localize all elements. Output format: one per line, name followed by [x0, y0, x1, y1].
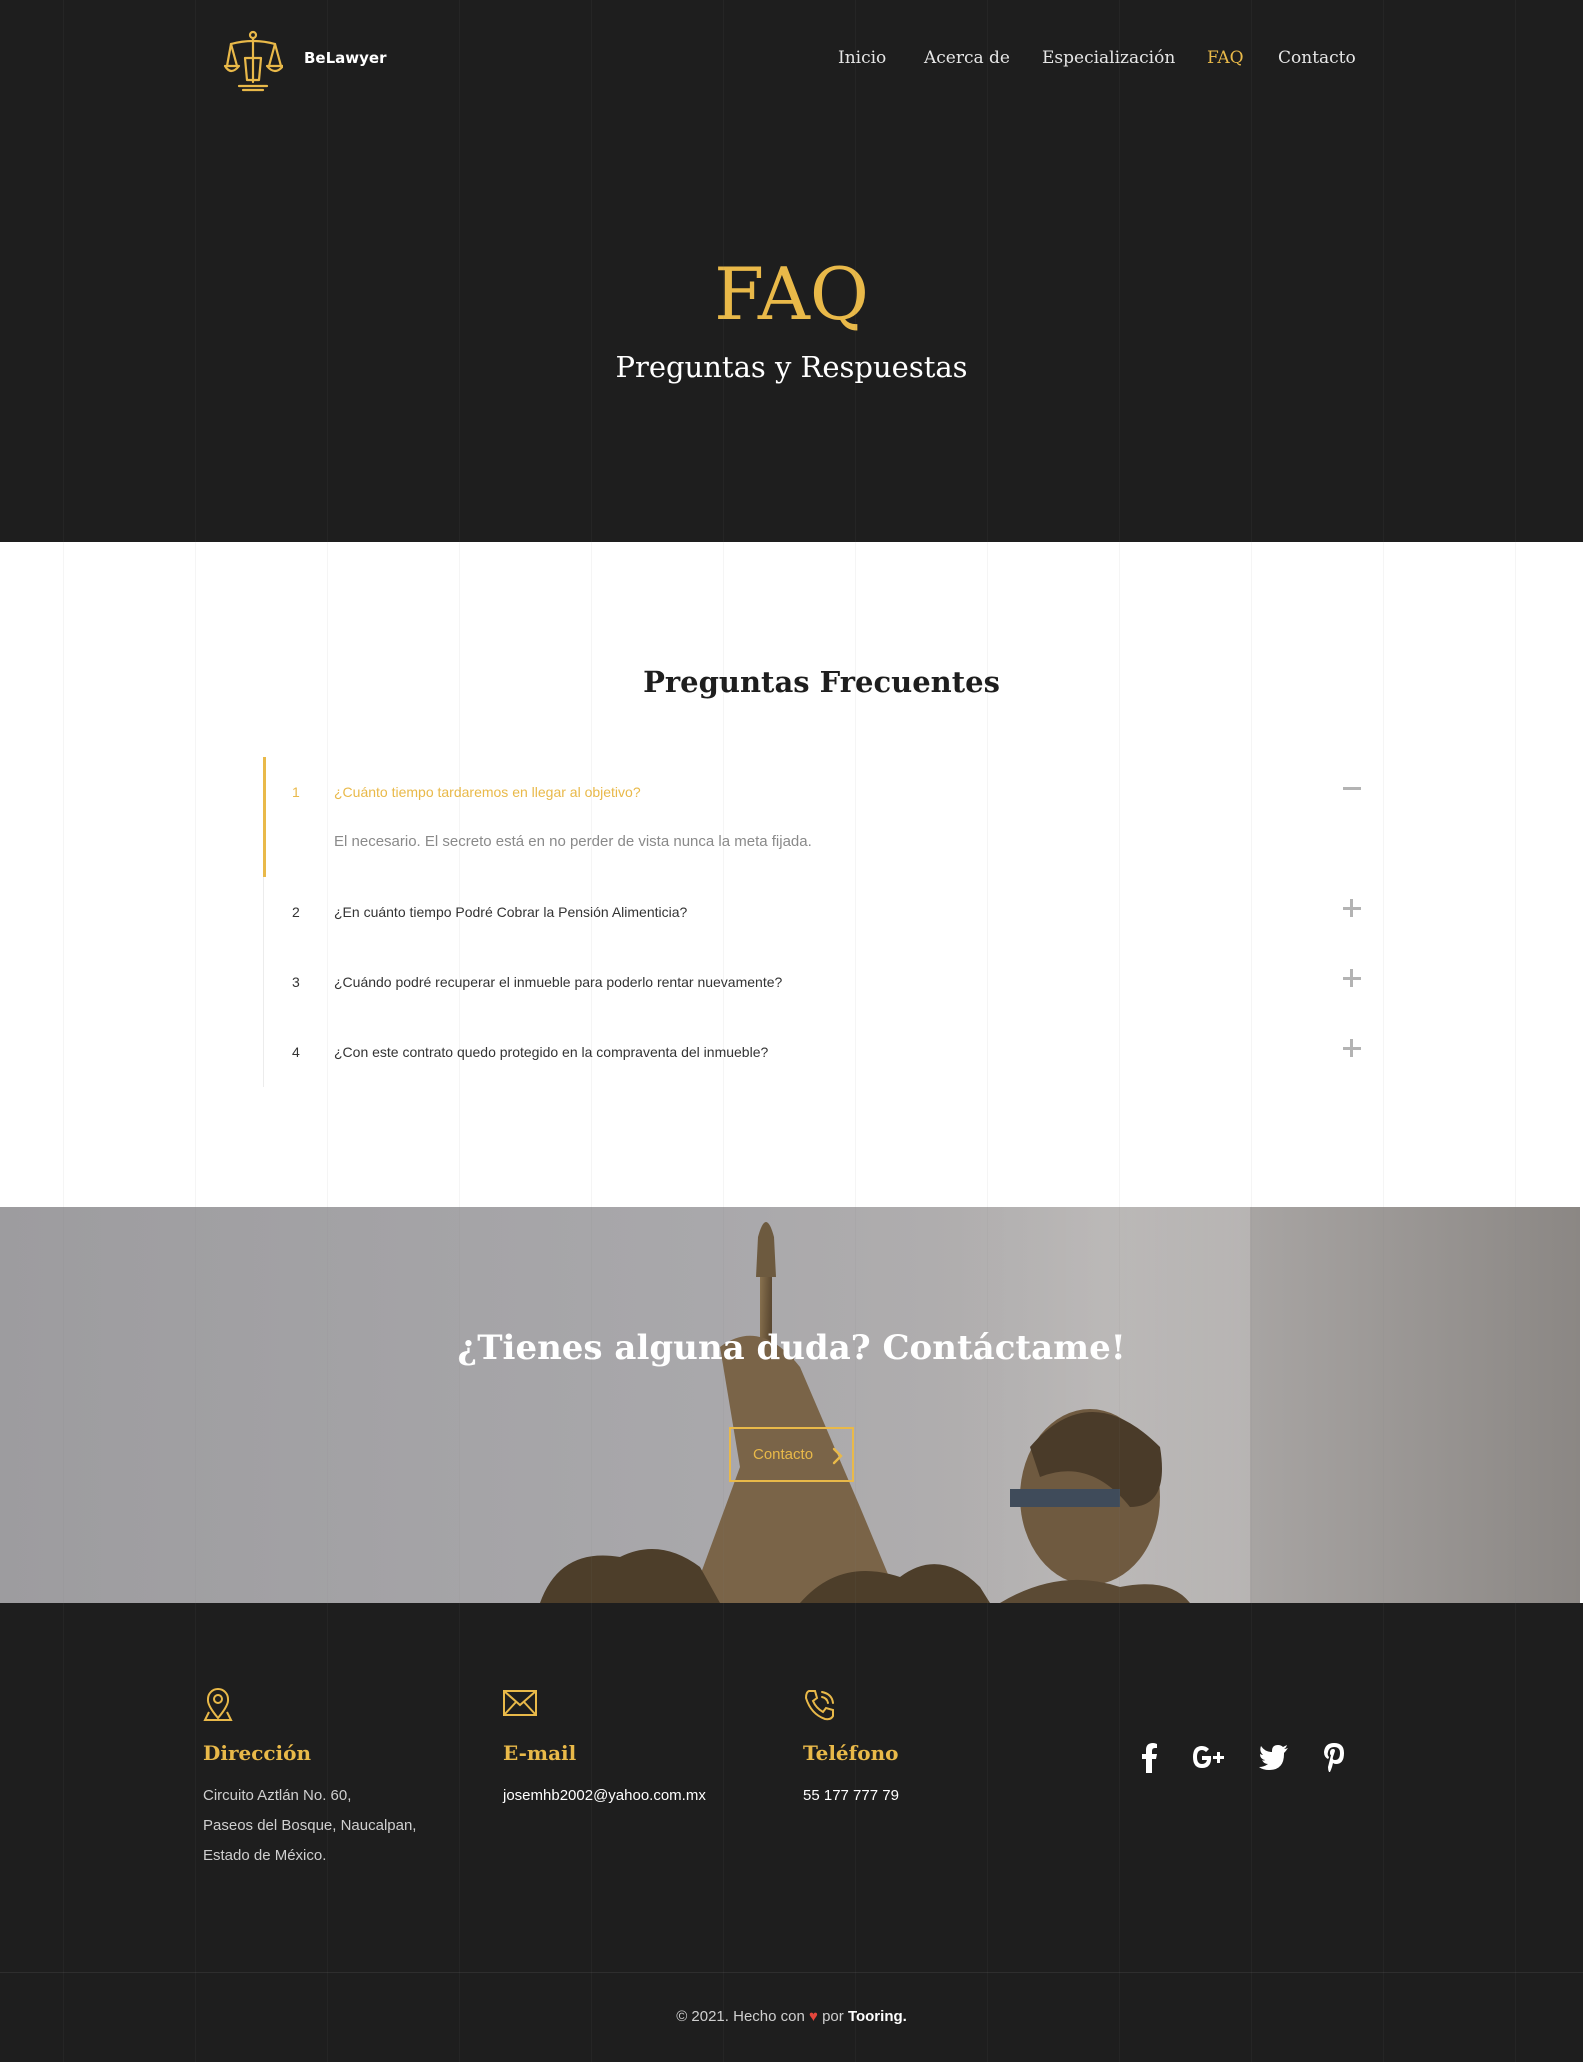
- email-title: E-mail: [503, 1741, 577, 1765]
- scales-of-justice-icon[interactable]: [223, 30, 283, 92]
- plus-icon[interactable]: [1341, 1037, 1363, 1059]
- faq-heading: Preguntas Frecuentes: [643, 665, 1000, 699]
- phone-icon: [804, 1690, 834, 1721]
- nav-link-faq[interactable]: FAQ: [1207, 48, 1244, 68]
- faq-question[interactable]: ¿Cuándo podré recuperar el inmueble para…: [334, 974, 782, 990]
- location-pin-icon: [203, 1688, 233, 1721]
- nav-link-acerca-de[interactable]: Acerca de: [924, 48, 1010, 68]
- nav-link-inicio[interactable]: Inicio: [838, 48, 886, 68]
- page-subtitle: Preguntas y Respuestas: [615, 350, 968, 384]
- envelope-icon: [503, 1690, 537, 1716]
- faq-question[interactable]: ¿Con este contrato quedo protegido en la…: [334, 1044, 768, 1060]
- minus-icon[interactable]: [1341, 777, 1363, 799]
- twitter-icon[interactable]: [1258, 1741, 1290, 1773]
- hero-section: BeLawyer Inicio Acerca de Especializació…: [0, 0, 1583, 542]
- copyright-text: © 2021. Hecho con: [676, 2008, 805, 2025]
- faq-item-number: 1: [292, 784, 300, 800]
- brand-name[interactable]: BeLawyer: [304, 49, 387, 67]
- page-title: FAQ: [714, 252, 869, 336]
- phone-number[interactable]: 55 177 777 79: [803, 1787, 899, 1804]
- address-line: Estado de México.: [203, 1847, 327, 1864]
- google-plus-icon[interactable]: [1190, 1741, 1226, 1773]
- address-line: Circuito Aztlán No. 60,: [203, 1787, 352, 1804]
- plus-icon[interactable]: [1341, 967, 1363, 989]
- facebook-icon[interactable]: [1135, 1741, 1163, 1773]
- faq-item-number: 2: [292, 904, 300, 920]
- contact-button[interactable]: Contacto: [729, 1427, 854, 1482]
- phone-title: Teléfono: [803, 1741, 899, 1765]
- heart-icon: ♥: [809, 2008, 818, 2025]
- faq-question[interactable]: ¿En cuánto tiempo Podré Cobrar la Pensió…: [334, 904, 687, 920]
- footer-divider: [0, 1972, 1583, 1973]
- faq-item-number: 4: [292, 1044, 300, 1060]
- credit-link[interactable]: Tooring.: [848, 2008, 907, 2025]
- address-line: Paseos del Bosque, Naucalpan,: [203, 1817, 417, 1834]
- faq-active-indicator: [263, 757, 266, 877]
- lady-justice-statue-image: [540, 1207, 1250, 1603]
- copyright: © 2021. Hecho con ♥ por Tooring.: [0, 2008, 1583, 2025]
- faq-item-number: 3: [292, 974, 300, 990]
- contact-cta-section: [0, 1207, 1580, 1603]
- nav-link-especializacion[interactable]: Especialización: [1042, 48, 1175, 68]
- faq-answer: El necesario. El secreto está en no perd…: [334, 833, 812, 850]
- email-link[interactable]: josemhb2002@yahoo.com.mx: [503, 1787, 706, 1804]
- pinterest-icon[interactable]: [1322, 1741, 1346, 1773]
- chevron-right-icon: [832, 1447, 843, 1465]
- cta-title: ¿Tienes alguna duda? Contáctame!: [457, 1328, 1126, 1368]
- faq-question[interactable]: ¿Cuánto tiempo tardaremos en llegar al o…: [334, 784, 641, 800]
- plus-icon[interactable]: [1341, 897, 1363, 919]
- address-title: Dirección: [203, 1741, 312, 1765]
- contact-button-label: Contacto: [753, 1446, 814, 1463]
- copyright-by: por: [822, 2008, 844, 2025]
- nav-link-contacto[interactable]: Contacto: [1278, 48, 1356, 68]
